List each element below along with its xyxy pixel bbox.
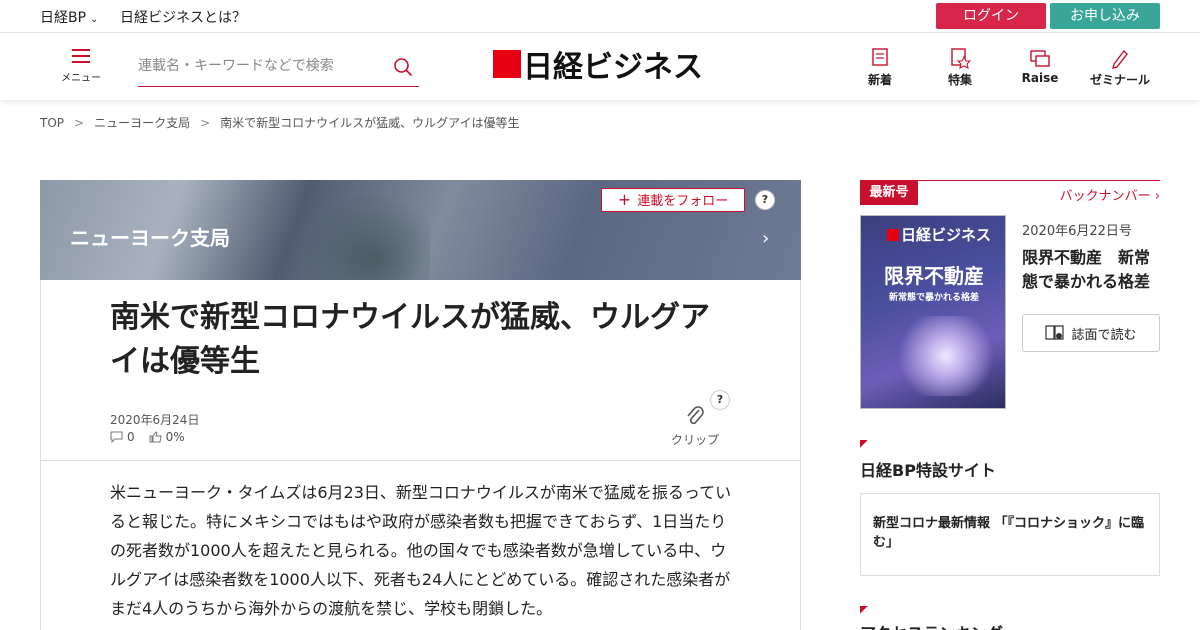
like-rate-value: 0% — [165, 430, 185, 444]
paperclip-icon — [687, 406, 704, 425]
comment-count[interactable]: 0 — [110, 430, 135, 444]
feature-icon — [951, 48, 971, 69]
issue-date: 2020年6月22日号 — [1022, 224, 1132, 239]
issue-title[interactable]: 限界不動産 新常態で暴かれる格差 — [1022, 246, 1162, 294]
nav-new[interactable]: 新着 — [862, 47, 898, 88]
chevron-down-icon: ⌄ — [90, 14, 99, 25]
article-date: 2020年6月24日 — [110, 413, 200, 427]
seminar-icon — [1112, 49, 1128, 69]
search-bar — [138, 51, 419, 87]
section-mark — [860, 606, 868, 614]
nikkei-bp-label: 日経BP — [40, 10, 87, 26]
comment-count-value: 0 — [127, 430, 135, 444]
follow-label: 連載をフォロー — [637, 194, 729, 209]
latest-issue-tag: 最新号 — [860, 181, 918, 205]
article-headline: 南米で新型コロナウイルスが猛威、ウルグアイは優等生 — [110, 300, 710, 379]
read-magazine-button[interactable]: 誌面で読む — [1022, 314, 1160, 352]
breadcrumb-separator: > — [74, 116, 85, 130]
chevron-right-icon: › — [1154, 189, 1160, 204]
nav-feature-label: 特集 — [947, 73, 972, 87]
menu-label: メニュー — [61, 73, 101, 84]
breadcrumb-current: 南米で新型コロナウイルスが猛威、ウルグアイは優等生 — [220, 116, 520, 130]
cover-title: 限界不動産 — [884, 264, 984, 288]
read-magazine-label: 誌面で読む — [1071, 327, 1137, 343]
hamburger-icon — [72, 49, 90, 63]
special-site-title: 新型コロナ最新情報 「『コロナショック』に臨む」 — [873, 516, 1145, 550]
special-site-card[interactable]: 新型コロナ最新情報 「『コロナショック』に臨む」 — [860, 493, 1160, 576]
nav-raise[interactable]: Raise — [1020, 47, 1060, 85]
top-utility-bar: 日経BP ⌄ 日経ビジネスとは？ ログイン お申し込み — [0, 0, 1200, 33]
back-numbers-link[interactable]: バックナンバー › — [1060, 185, 1160, 204]
search-input[interactable] — [138, 51, 378, 81]
back-numbers-label: バックナンバー — [1059, 189, 1151, 204]
breadcrumb-separator: > — [200, 116, 211, 130]
breadcrumb: TOP > ニューヨーク支局 > 南米で新型コロナウイルスが猛威、ウルグアイは優等生 — [40, 114, 520, 131]
banner-image — [290, 180, 430, 280]
nav-seminar-label: ゼミナール — [1089, 73, 1150, 87]
breadcrumb-top[interactable]: TOP — [40, 116, 64, 130]
article-body: 米ニューヨーク・タイムズは6月23日、新型コロナウイルスが南米で猛威を振るってい… — [110, 483, 732, 618]
article-meta: 0 0% — [110, 430, 185, 444]
section-mark — [860, 440, 868, 448]
plus-icon: + — [617, 190, 632, 209]
logo-text: 日経ビジネス — [523, 50, 703, 85]
apply-button[interactable]: お申し込み — [1050, 3, 1160, 29]
raise-icon — [1030, 50, 1050, 67]
like-rate[interactable]: 0% — [149, 430, 185, 444]
nav-new-label: 新着 — [867, 73, 892, 87]
nav-seminar[interactable]: ゼミナール — [1088, 47, 1152, 88]
chevron-right-icon: › — [762, 228, 770, 249]
nav-feature[interactable]: 特集 — [942, 47, 978, 88]
cover-logo: 日経ビジネス — [887, 224, 991, 245]
ranking-heading: アクセスランキング — [860, 620, 1003, 630]
cover-image — [891, 316, 1001, 396]
logo-mark — [493, 50, 521, 78]
new-icon — [872, 48, 888, 66]
login-button[interactable]: ログイン — [936, 3, 1046, 29]
article-divider — [40, 460, 801, 461]
special-sites-heading: 日経BP特設サイト — [860, 461, 996, 480]
clip-button[interactable]: クリップ — [670, 405, 720, 448]
nav-raise-label: Raise — [1021, 71, 1059, 85]
clip-help-button[interactable]: ? — [710, 390, 730, 410]
nikkei-bp-dropdown[interactable]: 日経BP ⌄ — [40, 7, 98, 27]
magazine-cover[interactable]: 日経ビジネス 限界不動産 新常態で暴かれる格差 — [860, 215, 1006, 409]
follow-help-button[interactable]: ? — [755, 190, 775, 210]
menu-button[interactable]: メニュー — [58, 47, 104, 87]
site-header: メニュー 日経ビジネス 新着 特集 Raise — [0, 33, 1200, 100]
thumbs-up-icon — [149, 431, 162, 443]
follow-series-button[interactable]: + 連載をフォロー — [601, 188, 745, 212]
comment-icon — [110, 431, 123, 443]
search-icon[interactable] — [393, 57, 413, 77]
series-title: ニューヨーク支局 — [70, 226, 230, 250]
about-link[interactable]: 日経ビジネスとは？ — [120, 7, 246, 27]
cover-subtitle: 新常態で暴かれる格差 — [888, 293, 979, 303]
site-logo[interactable]: 日経ビジネス — [493, 46, 703, 85]
latest-issue-header: 最新号 バックナンバー › — [860, 180, 1160, 205]
magazine-icon — [1045, 325, 1065, 340]
clip-label: クリップ — [670, 433, 719, 447]
breadcrumb-series[interactable]: ニューヨーク支局 — [94, 116, 190, 130]
